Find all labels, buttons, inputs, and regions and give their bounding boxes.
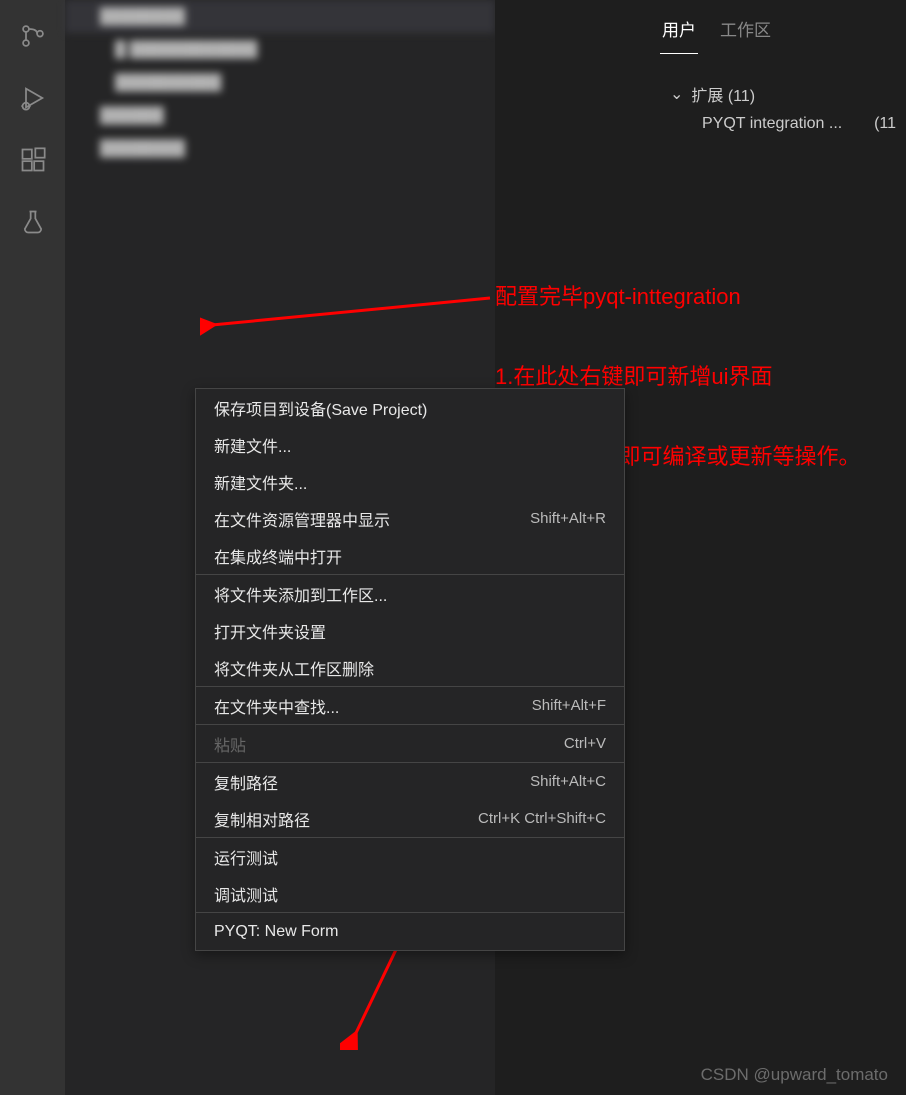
menu-shortcut: Ctrl+V: [564, 735, 606, 752]
menu-label: 粘贴: [214, 732, 246, 756]
watermark: CSDN @upward_tomato: [701, 1065, 888, 1085]
explorer-item[interactable]: ██████████: [65, 66, 495, 99]
menu-label: 新建文件夹...: [214, 470, 307, 494]
context-menu: 保存项目到设备(Save Project) 新建文件... 新建文件夹... 在…: [195, 388, 625, 951]
menu-add-to-workspace[interactable]: 将文件夹添加到工作区...: [196, 575, 624, 612]
source-control-icon[interactable]: [17, 20, 49, 52]
tree-label: PYQT integration ...: [702, 115, 842, 133]
menu-label: 在集成终端中打开: [214, 544, 342, 568]
explorer-item[interactable]: █ ████████████: [65, 33, 495, 66]
menu-save-project[interactable]: 保存项目到设备(Save Project): [196, 389, 624, 426]
explorer-item[interactable]: ████████: [65, 0, 495, 33]
menu-reveal-explorer[interactable]: 在文件资源管理器中显示 Shift+Alt+R: [196, 500, 624, 537]
menu-label: 运行测试: [214, 845, 278, 869]
run-debug-icon[interactable]: [17, 82, 49, 114]
menu-label: 复制路径: [214, 770, 278, 794]
menu-find-in-folder[interactable]: 在文件夹中查找... Shift+Alt+F: [196, 687, 624, 724]
menu-shortcut: Ctrl+K Ctrl+Shift+C: [478, 810, 606, 827]
menu-open-terminal[interactable]: 在集成终端中打开: [196, 537, 624, 574]
explorer-item[interactable]: ██████: [65, 99, 495, 132]
extensions-icon[interactable]: [17, 144, 49, 176]
menu-label: 在文件夹中查找...: [214, 694, 339, 718]
annotation-title: 配置完毕pyqt-inttegration: [495, 278, 741, 315]
menu-shortcut: Shift+Alt+C: [530, 773, 606, 790]
menu-pyqt-new-form[interactable]: PYQT: New Form: [196, 913, 624, 950]
settings-scope-tabs: 用户 工作区: [495, 0, 906, 54]
menu-remove-from-workspace[interactable]: 将文件夹从工作区删除: [196, 649, 624, 686]
menu-debug-test[interactable]: 调试测试: [196, 875, 624, 912]
tab-workspace[interactable]: 工作区: [718, 10, 773, 54]
menu-copy-relative-path[interactable]: 复制相对路径 Ctrl+K Ctrl+Shift+C: [196, 800, 624, 837]
menu-shortcut: Shift+Alt+F: [532, 697, 606, 714]
menu-copy-path[interactable]: 复制路径 Shift+Alt+C: [196, 763, 624, 800]
testing-icon[interactable]: [17, 206, 49, 238]
menu-label: 将文件夹从工作区删除: [214, 656, 374, 680]
tree-item-pyqt[interactable]: PYQT integration ... (11: [670, 109, 906, 139]
menu-label: 在文件资源管理器中显示: [214, 507, 390, 531]
menu-folder-settings[interactable]: 打开文件夹设置: [196, 612, 624, 649]
explorer-item[interactable]: ████████: [65, 132, 495, 165]
menu-label: 将文件夹添加到工作区...: [214, 582, 387, 606]
menu-label: 打开文件夹设置: [214, 619, 326, 643]
menu-new-file[interactable]: 新建文件...: [196, 426, 624, 463]
menu-label: 调试测试: [214, 882, 278, 906]
chevron-down-icon: ⌄: [670, 84, 683, 104]
menu-label: 保存项目到设备(Save Project): [214, 396, 427, 420]
menu-paste: 粘贴 Ctrl+V: [196, 725, 624, 762]
tree-item-extensions[interactable]: ⌄ 扩展 (11): [670, 79, 906, 109]
menu-label: PYQT: New Form: [214, 923, 338, 941]
tree-label: 扩展 (11): [691, 82, 755, 106]
menu-label: 复制相对路径: [214, 807, 310, 831]
menu-shortcut: Shift+Alt+R: [530, 510, 606, 527]
menu-new-folder[interactable]: 新建文件夹...: [196, 463, 624, 500]
tree-count: (11: [874, 115, 896, 133]
menu-label: 新建文件...: [214, 433, 291, 457]
activity-bar: [0, 0, 65, 1095]
menu-run-test[interactable]: 运行测试: [196, 838, 624, 875]
tab-user[interactable]: 用户: [660, 10, 698, 54]
settings-tree: ⌄ 扩展 (11) PYQT integration ... (11: [495, 54, 906, 139]
